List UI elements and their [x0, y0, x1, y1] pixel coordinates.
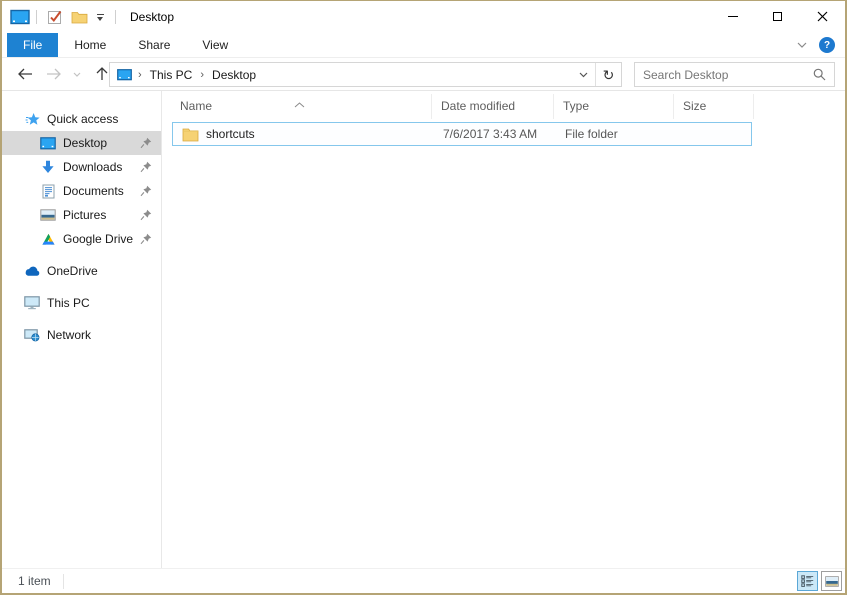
- sidebar-item-label: This PC: [47, 296, 90, 310]
- maximize-button[interactable]: [755, 1, 800, 32]
- breadcrumb-desktop[interactable]: Desktop: [210, 68, 258, 82]
- expand-ribbon-button chevron-down-icon[interactable]: [797, 31, 807, 59]
- file-type: File folder: [565, 127, 618, 141]
- search-icon: [813, 68, 826, 81]
- details-view-button details-list-icon[interactable]: [797, 571, 818, 591]
- window-title: Desktop: [130, 10, 175, 24]
- tab-share[interactable]: Share: [122, 33, 186, 57]
- sidebar-item-quick-access[interactable]: Quick access: [2, 107, 161, 131]
- file-date-modified: 7/6/2017 3:43 AM: [443, 127, 538, 141]
- tab-view[interactable]: View: [186, 33, 244, 57]
- divider: [36, 10, 37, 24]
- qat-properties-button[interactable]: [43, 5, 67, 29]
- recent-locations-button chevron-down-icon[interactable]: [68, 60, 86, 88]
- breadcrumb-monitor-icon: [117, 68, 132, 81]
- address-dropdown-button chevron-down-icon[interactable]: [571, 63, 595, 86]
- breadcrumb-chevron-icon: ›: [200, 68, 205, 81]
- close-icon: [817, 11, 828, 22]
- file-name: shortcuts: [206, 127, 255, 141]
- app-monitor-icon: [10, 9, 30, 25]
- sidebar-item-documents[interactable]: Documents: [2, 179, 161, 203]
- breadcrumb-this-pc[interactable]: This PC: [148, 68, 195, 82]
- address-row: › This PC › Desktop ↻: [2, 58, 845, 91]
- navigation-pane: Quick access Desktop Downloads Documents…: [2, 91, 162, 568]
- document-icon: [40, 184, 56, 199]
- tab-home[interactable]: Home: [58, 33, 122, 57]
- qat-customize-button chevron-down-icon[interactable]: [91, 5, 109, 29]
- pin-icon: [140, 161, 152, 176]
- sidebar-item-network[interactable]: Network: [2, 323, 161, 347]
- back-button back-arrow-icon[interactable]: [10, 60, 40, 88]
- sidebar-item-label: Google Drive: [63, 232, 134, 246]
- picture-icon: [40, 209, 56, 221]
- sidebar-item-google-drive[interactable]: Google Drive: [2, 227, 161, 251]
- sidebar-item-downloads[interactable]: Downloads: [2, 155, 161, 179]
- status-bar: 1 item: [2, 568, 845, 593]
- refresh-button refresh-icon[interactable]: ↻: [595, 63, 621, 86]
- sort-ascending-icon: [294, 92, 305, 117]
- column-header-date-modified[interactable]: Date modified: [432, 94, 554, 119]
- help-button question-icon[interactable]: ?: [819, 37, 835, 53]
- sidebar-item-this-pc[interactable]: This PC: [2, 291, 161, 315]
- ribbon-right-controls: ?: [797, 33, 835, 57]
- column-header-type[interactable]: Type: [554, 94, 674, 119]
- sidebar-item-label: Quick access: [47, 112, 119, 126]
- this-pc-monitor-icon: [24, 296, 40, 310]
- qat-new-folder-button[interactable]: [67, 5, 91, 29]
- pin-icon: [140, 185, 152, 200]
- column-header-size[interactable]: Size: [674, 94, 754, 119]
- search-input[interactable]: [635, 67, 813, 82]
- folder-icon: [71, 10, 88, 24]
- monitor-icon: [40, 136, 56, 150]
- ribbon-tab-row: File Home Share View ?: [2, 33, 845, 58]
- quick-access-star-icon: [24, 112, 40, 127]
- google-drive-icon: [40, 233, 56, 246]
- minimize-icon: [727, 16, 738, 17]
- download-arrow-icon: [40, 160, 56, 174]
- address-bar[interactable]: › This PC › Desktop ↻: [109, 62, 622, 87]
- sidebar-item-label: Pictures: [63, 208, 107, 222]
- sidebar-item-label: Downloads: [63, 160, 123, 174]
- file-row-shortcuts[interactable]: shortcuts 7/6/2017 3:43 AM File folder: [172, 122, 752, 146]
- titlebar: Desktop: [2, 1, 845, 33]
- sidebar-item-label: OneDrive: [47, 264, 98, 278]
- onedrive-cloud-icon: [24, 266, 40, 277]
- tab-file[interactable]: File: [7, 33, 59, 57]
- sidebar-item-label: Documents: [63, 184, 124, 198]
- column-headers: Name Date modified Type Size: [162, 94, 754, 119]
- forward-button forward-arrow-icon[interactable]: [40, 60, 68, 88]
- close-button[interactable]: [800, 1, 845, 32]
- divider: [62, 573, 64, 589]
- maximize-icon: [773, 12, 782, 21]
- pin-icon: [140, 233, 152, 248]
- thumbnails-view-button picture-icon[interactable]: [821, 571, 842, 591]
- column-header-name[interactable]: Name: [162, 94, 432, 119]
- ribbon-tabs: File Home Share View: [7, 33, 244, 57]
- window-controls: [710, 1, 845, 32]
- sidebar-item-pictures[interactable]: Pictures: [2, 203, 161, 227]
- file-list-pane: Name Date modified Type Size shortcuts 7…: [162, 91, 845, 568]
- sidebar-item-label: Desktop: [63, 136, 108, 150]
- properties-check-icon: [47, 9, 63, 25]
- item-count: 1 item: [18, 574, 51, 588]
- explorer-window: Desktop File Home Share View ? › This PC…: [0, 0, 847, 595]
- pin-icon: [140, 137, 152, 152]
- breadcrumb-chevron-icon: ›: [138, 68, 142, 81]
- folder-icon: [182, 127, 199, 142]
- sidebar-item-desktop[interactable]: Desktop: [2, 131, 161, 155]
- sidebar-item-label: Network: [47, 328, 92, 342]
- pin-icon: [140, 209, 152, 224]
- sidebar-item-onedrive[interactable]: OneDrive: [2, 259, 161, 283]
- main-area: Quick access Desktop Downloads Documents…: [2, 91, 845, 568]
- search-box: [634, 62, 835, 87]
- view-toggle-buttons: [797, 571, 842, 591]
- divider: [115, 10, 116, 24]
- network-icon: [24, 328, 40, 342]
- navigation-buttons: [10, 58, 118, 90]
- minimize-button[interactable]: [710, 1, 755, 32]
